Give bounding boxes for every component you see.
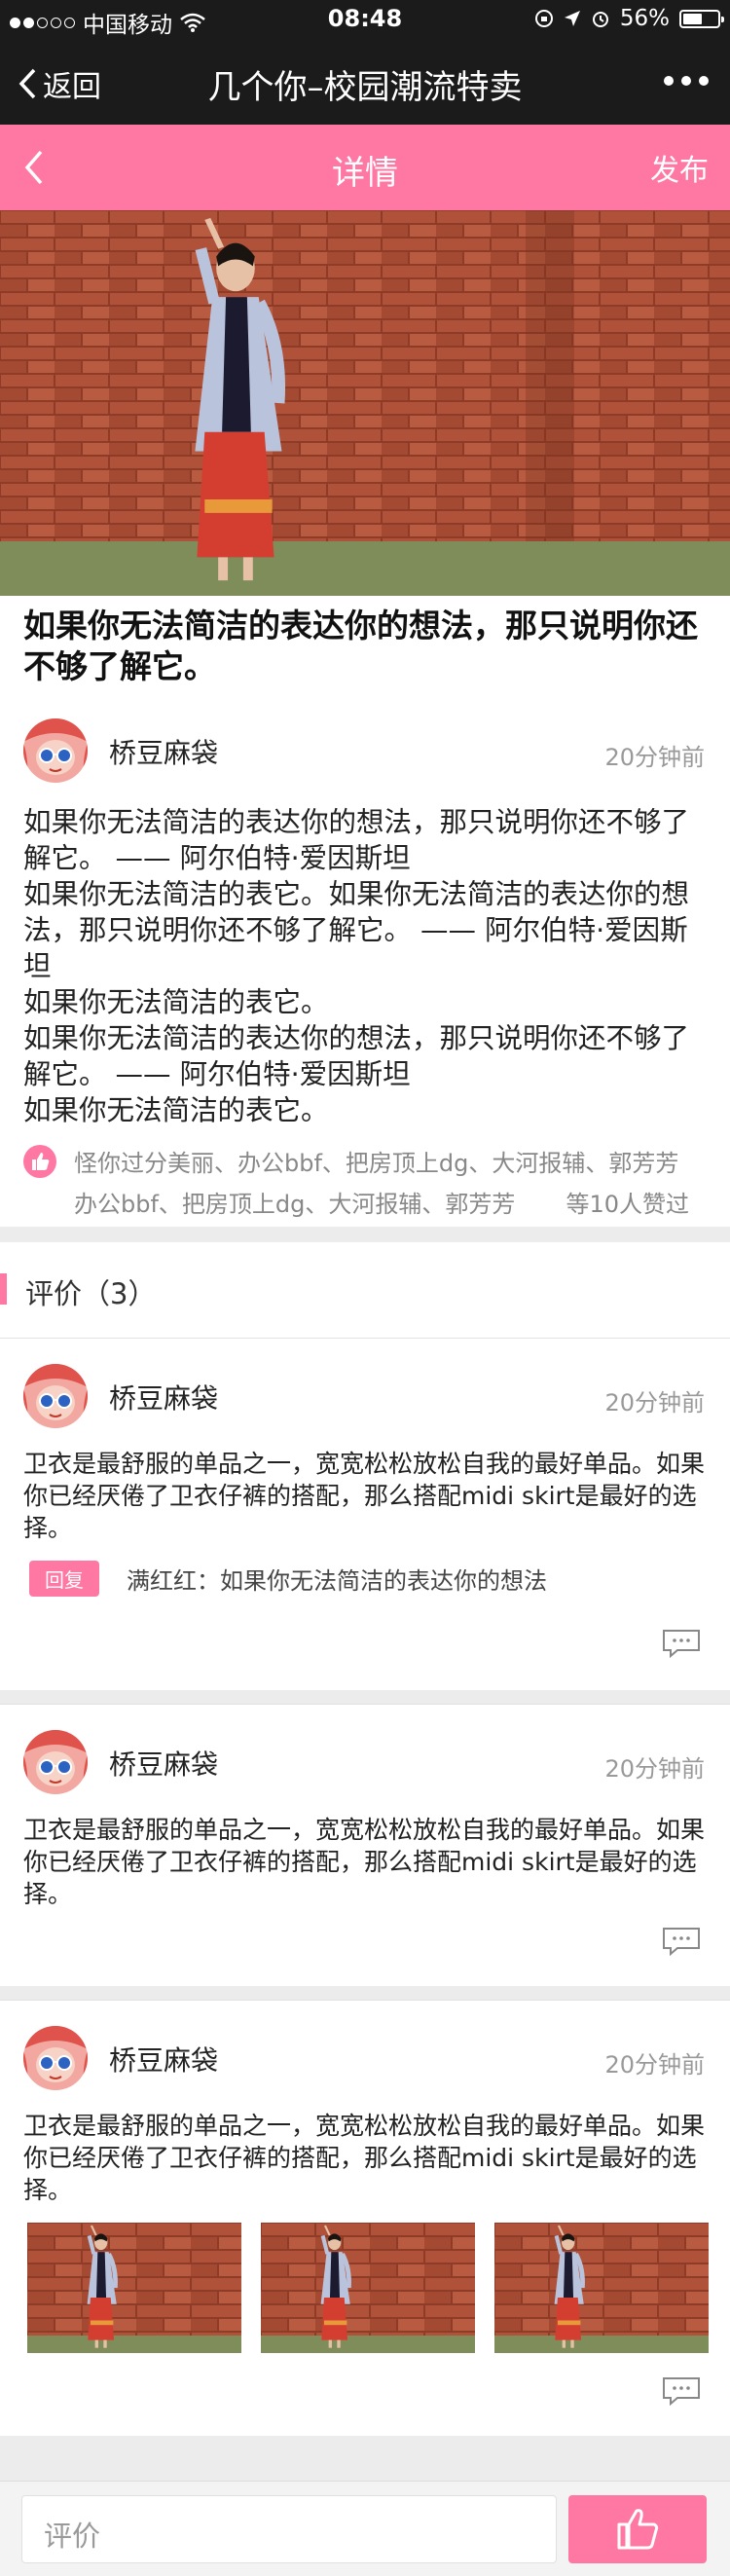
message-icon[interactable] — [662, 1629, 701, 1658]
reply-row: 回复 满红红：如果你无法简洁的表达你的想法 — [29, 1561, 547, 1597]
comment-text: 卫衣是最舒服的单品之一，宽宽松松放松自我的最好单品。如果你已经厌倦了卫衣仔裤的搭… — [23, 2112, 706, 2204]
comment-author[interactable]: 桥豆麻袋 — [109, 1378, 218, 1417]
comment-time: 20分钟前 — [604, 2051, 705, 2079]
avatar[interactable] — [23, 1364, 88, 1428]
likers-line-1: 怪你过分美丽、办公bbf、把房顶上dg、大河报辅、郭芳芳 — [74, 1150, 679, 1177]
author-name[interactable]: 桥豆麻袋 — [109, 732, 218, 771]
post-body: 如果你无法简洁的表达你的想法，那只说明你还不够了解它。 —— 阿尔伯特·爱因斯坦… — [23, 806, 690, 1126]
comment-author[interactable]: 桥豆麻袋 — [109, 1744, 218, 1783]
comment-input[interactable]: 评价 — [21, 2495, 557, 2563]
status-bar: 中国移动 08:48 56% — [0, 0, 730, 39]
alarm-icon — [592, 12, 608, 27]
comment-item: 桥豆麻袋 20分钟前 卫衣是最舒服的单品之一，宽宽松松放松自我的最好单品。如果你… — [0, 1338, 730, 1690]
comments-title: 评价（3） — [25, 1277, 157, 1310]
message-icon[interactable] — [662, 2376, 701, 2406]
post-hero-image[interactable] — [0, 210, 730, 596]
comment-text: 卫衣是最舒服的单品之一，宽宽松松放松自我的最好单品。如果你已经厌倦了卫衣仔裤的搭… — [23, 1450, 706, 1542]
wechat-nav-bar: 返回 几个你–校园潮流特卖 — [0, 39, 730, 125]
comment-time: 20分钟前 — [604, 1389, 705, 1417]
orientation-lock-icon — [534, 10, 553, 27]
comment-photo[interactable] — [27, 2223, 241, 2353]
more-icon[interactable] — [664, 76, 709, 86]
avatar[interactable] — [23, 718, 88, 783]
post-author-row: 桥豆麻袋 20分钟前 — [0, 718, 730, 787]
detail-header: 详情 发布 — [0, 125, 730, 210]
publish-button[interactable]: 发布 — [650, 146, 709, 189]
likes-row: 怪你过分美丽、办公bbf、把房顶上dg、大河报辅、郭芳芳 办公bbf、把房顶上d… — [0, 1141, 730, 1219]
reply-text: 满红红：如果你无法简洁的表达你的想法 — [127, 1567, 547, 1595]
comment-time: 20分钟前 — [604, 1755, 705, 1783]
avatar[interactable] — [23, 1730, 88, 1794]
section-accent-bar — [0, 1273, 7, 1305]
wechat-title: 几个你–校园潮流特卖 — [207, 68, 523, 107]
comment-text: 卫衣是最舒服的单品之一，宽宽松松放松自我的最好单品。如果你已经厌倦了卫衣仔裤的搭… — [23, 1816, 706, 1908]
comment-item: 桥豆麻袋 20分钟前 卫衣是最舒服的单品之一，宽宽松松放松自我的最好单品。如果你… — [0, 1704, 730, 1986]
comment-photo[interactable] — [261, 2223, 475, 2353]
avatar[interactable] — [23, 2026, 88, 2090]
likers-line-2: 办公bbf、把房顶上dg、大河报辅、郭芳芳 — [74, 1191, 516, 1218]
post-time: 20分钟前 — [604, 744, 705, 771]
bottom-bar: 评价 — [0, 2481, 730, 2576]
thumbs-up-icon — [617, 2509, 659, 2550]
comment-author[interactable]: 桥豆麻袋 — [109, 2040, 218, 2079]
message-icon[interactable] — [662, 1927, 701, 1956]
comment-photo[interactable] — [494, 2223, 709, 2353]
battery-icon — [679, 9, 724, 28]
reply-tag: 回复 — [29, 1561, 99, 1597]
location-icon — [564, 11, 580, 26]
comments-header: 评价（3） — [0, 1242, 730, 1338]
battery-percent: 56% — [619, 6, 670, 31]
likes-count: 等10人赞过 — [566, 1191, 689, 1218]
post-title: 如果你无法简洁的表达你的想法，那只说明你还不够了解它。 — [23, 607, 698, 685]
comment-photos — [27, 2223, 709, 2353]
thumbs-up-icon[interactable] — [23, 1145, 56, 1178]
page-title: 详情 — [332, 154, 398, 193]
status-right: 56% — [534, 6, 724, 31]
like-button[interactable] — [568, 2495, 707, 2563]
comment-item: 桥豆麻袋 20分钟前 卫衣是最舒服的单品之一，宽宽松松放松自我的最好单品。如果你… — [0, 2000, 730, 2436]
